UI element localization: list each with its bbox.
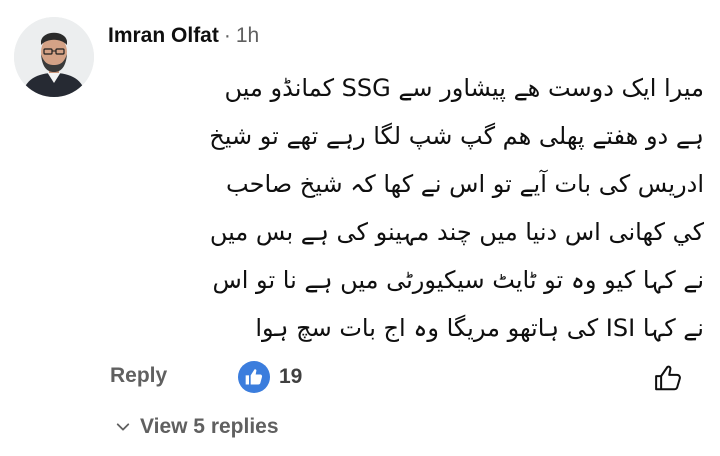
like-button[interactable] (650, 360, 686, 396)
comment-header: Imran Olfat · 1h (108, 22, 259, 50)
comment-line: میرا ایک دوست ھے پیشاور سے SSG کمانڈو می… (224, 74, 704, 102)
thumbs-up-badge-icon (238, 361, 270, 393)
comment-line: نے کہا ISI کی ہاتھو مریگا وہ اج بات سچ ہ… (255, 314, 704, 342)
view-replies-label: View 5 replies (140, 415, 279, 438)
comment-line: نے کہا کیو وہ تو ٹایٹ سیکیورٹی میں ہے نا… (212, 266, 704, 294)
author-name[interactable]: Imran Olfat (108, 24, 219, 48)
comment-line: کي کھانی اس دنیا میں چند مہینو کی ہے بس … (209, 218, 704, 246)
comment-actions: Reply 19 (110, 360, 690, 396)
chevron-down-icon (116, 423, 130, 431)
reply-button[interactable]: Reply (110, 362, 167, 390)
like-summary: 19 (238, 360, 302, 394)
avatar[interactable] (14, 17, 94, 97)
comment-line: ہے دو ھفتے پھلی ھم گپ شپ لگا رہے تھے تو … (209, 122, 704, 150)
like-count: 19 (279, 365, 303, 388)
comment-text: میرا ایک دوست ھے پیشاور سے SSG کمانڈو می… (104, 64, 704, 354)
thumbs-up-outline-icon (655, 365, 681, 391)
header-separator: · (223, 24, 231, 47)
profile-photo (14, 17, 94, 97)
comment-timestamp: 1h (235, 24, 260, 47)
comment-line: ادریس کی بات آیے تو اس نے کھا کہ شیخ صاح… (226, 170, 704, 198)
view-replies-toggle[interactable]: View 5 replies (114, 410, 279, 444)
